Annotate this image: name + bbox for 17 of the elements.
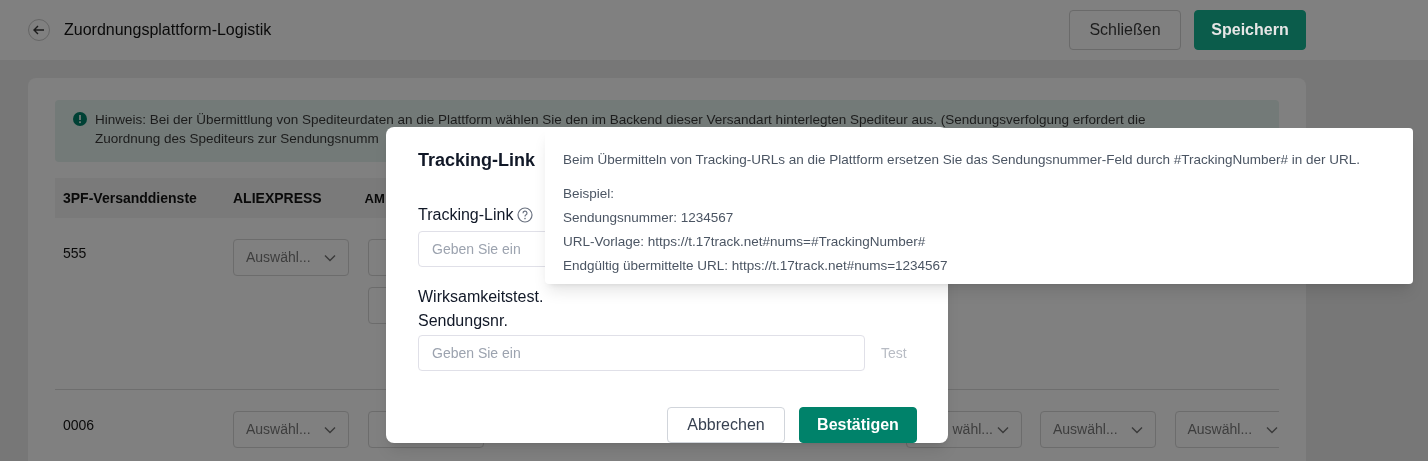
column-header: AM bbox=[364, 190, 385, 206]
tooltip-text: Endgültig übermittelte URL: https://t.17track.net#nums=1234567 bbox=[563, 257, 949, 275]
tooltip-text: Beim Übermitteln von Tracking-URLs an die Plattform ersetzen Sie das Sendungsnummer-Feld durch #TrackingNumber# in der URL. bbox=[563, 151, 1362, 169]
tooltip-text: Sendungsnummer: 1234567 bbox=[563, 209, 735, 227]
field-label: Sendungsnr. bbox=[418, 311, 509, 331]
notice-text: Hinweis: Bei der Übermittlung von Spediteurdaten an die Plattform wählen Sie den im Backend dieser Versandart hinterlegten Spediteur aus. (Sendungsverfolgung erfordert die bbox=[95, 111, 1146, 129]
notice-text: Zuordnung des Spediteurs zur Sendungsnumm bbox=[95, 130, 380, 148]
field-label: Tracking-Link bbox=[418, 205, 514, 225]
table-cell: 0006 bbox=[63, 417, 95, 433]
field-label: Wirksamkeitstest. bbox=[418, 287, 545, 307]
tooltip-text: URL-Vorlage: https://t.17track.net#nums=#TrackingNumber# bbox=[563, 233, 927, 251]
table-cell: 555 bbox=[63, 245, 87, 261]
tooltip-text: Beispiel: bbox=[563, 185, 616, 203]
dialog-title: Tracking-Link bbox=[418, 149, 536, 172]
column-header: ALIEXPRESS bbox=[233, 189, 322, 206]
page-title: Zuordnungsplattform-Logistik bbox=[64, 20, 272, 40]
column-header: 3PF-Versanddienste bbox=[63, 189, 197, 206]
